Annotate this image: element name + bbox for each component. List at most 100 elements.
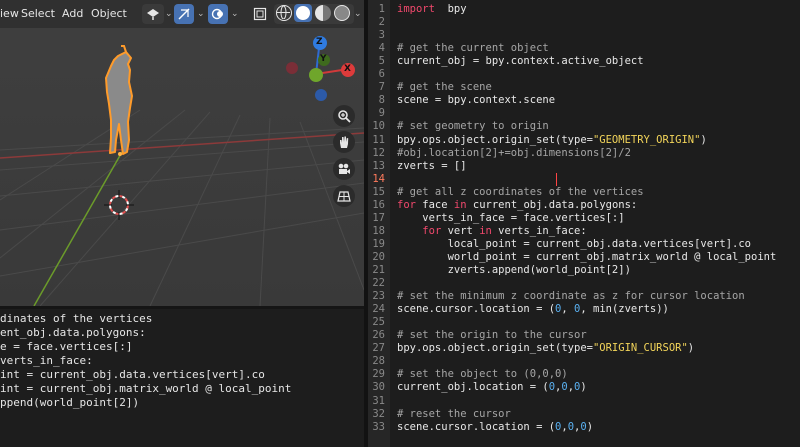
- comment-token: # set the minimum z coordinate as z for …: [397, 290, 745, 303]
- line-number: 23: [372, 290, 385, 303]
- menu-view[interactable]: iew: [0, 0, 19, 28]
- camera-icon: [338, 163, 350, 174]
- line-number: 1: [378, 3, 385, 15]
- keyword-token: in: [453, 198, 467, 211]
- code-line[interactable]: for vert in verts_in_face:: [397, 224, 587, 238]
- chevron-down-icon[interactable]: ⌄: [197, 8, 205, 20]
- pan-button[interactable]: [333, 131, 355, 153]
- code-token: verts_in_face:: [491, 224, 587, 237]
- solid-sphere-icon: [296, 6, 310, 20]
- xray-toggle-button[interactable]: [250, 4, 270, 24]
- overlay-icon: [211, 8, 223, 20]
- code-line[interactable]: import bpy: [397, 3, 467, 16]
- console-line: e = face.vertices[:]: [0, 340, 133, 353]
- keyword-token: for: [422, 224, 442, 237]
- code-line[interactable]: # get the current object: [397, 42, 549, 55]
- code-token: face: [415, 198, 454, 211]
- line-number: 33: [372, 420, 385, 433]
- code-token: current_obj.location = (: [397, 381, 549, 394]
- console-line: verts_in_face:: [0, 354, 93, 367]
- rendered-shading-button[interactable]: [334, 5, 350, 21]
- line-number: 9: [378, 107, 385, 120]
- line-number: 11: [372, 133, 385, 146]
- code-line[interactable]: # set the object to (0,0,0): [397, 368, 568, 381]
- comment-token: #obj.location[2]+=obj.dimensions[2]/2: [397, 146, 631, 159]
- perspective-toggle-button[interactable]: [333, 185, 355, 207]
- line-number: 12: [372, 146, 385, 159]
- code-token: bpy.ops.object.origin_set(type=: [397, 133, 593, 146]
- code-token: zverts = []: [397, 159, 467, 172]
- viewport-scene[interactable]: [0, 0, 364, 306]
- material-shading-button[interactable]: [315, 5, 331, 21]
- code-line[interactable]: bpy.ops.object.origin_set(type="ORIGIN_C…: [397, 342, 694, 355]
- line-number: 20: [372, 250, 385, 263]
- code-token: ): [687, 342, 695, 355]
- orientation-icon: [147, 9, 159, 20]
- line-number: 2: [378, 16, 385, 29]
- code-line[interactable]: # get the scene: [397, 81, 492, 94]
- code-line[interactable]: local_point = current_obj.data.vertices[…: [397, 238, 751, 251]
- code-line[interactable]: bpy.ops.object.origin_set(type="GEOMETRY…: [397, 134, 707, 147]
- line-number: 3: [378, 29, 385, 42]
- text-editor[interactable]: 1 2 3 4 5 6 7 8 9 10 11 12 13 14 15 16 17 18 19 20 21 22 23 24 2…: [368, 0, 800, 447]
- code-token: current_obj = bpy.context.active_object: [397, 55, 644, 68]
- code-token: scene.cursor.location = (: [397, 420, 556, 433]
- line-number: 31: [372, 394, 385, 407]
- comment-token: # reset the cursor: [397, 407, 511, 420]
- code-line[interactable]: verts_in_face = face.vertices[:]: [397, 211, 625, 225]
- code-line[interactable]: for face in current_obj.data.polygons:: [397, 199, 637, 212]
- line-number: 10: [372, 120, 385, 133]
- string-token: "GEOMETRY_ORIGIN": [592, 133, 701, 146]
- comment-token: # get the scene: [397, 81, 492, 94]
- grid-icon: [337, 191, 351, 202]
- line-number: 15: [372, 185, 385, 198]
- code-line[interactable]: # set geometry to origin: [397, 120, 549, 133]
- line-number: 6: [378, 68, 385, 81]
- code-line[interactable]: world_point = current_obj.matrix_world @…: [397, 250, 777, 264]
- code-line[interactable]: # reset the cursor: [397, 408, 511, 421]
- menu-add[interactable]: Add: [62, 0, 83, 28]
- code-line[interactable]: zverts.append(world_point[2]): [397, 264, 631, 277]
- overlay-toggle-button[interactable]: [208, 4, 228, 24]
- code-line[interactable]: # set the origin to the cursor: [397, 329, 587, 342]
- comment-token: # get all z coordinates of the vertices: [397, 185, 644, 198]
- solid-shading-button[interactable]: [294, 4, 312, 22]
- code-line[interactable]: #obj.location[2]+=obj.dimensions[2]/2: [397, 147, 631, 160]
- code-line[interactable]: scene.cursor.location = (0, 0, min(zvert…: [397, 303, 669, 316]
- code-line[interactable]: scene.cursor.location = (0,0,0): [397, 421, 593, 434]
- keyword-token: in: [479, 224, 492, 237]
- chevron-down-icon[interactable]: ⌄: [231, 8, 239, 20]
- hand-icon: [340, 136, 349, 148]
- code-token: world_point = current_obj.matrix_world @…: [397, 250, 777, 263]
- string-token: "ORIGIN_CURSOR": [592, 342, 688, 355]
- code-line[interactable]: scene = bpy.context.scene: [397, 94, 555, 107]
- code-token: bpy: [434, 3, 467, 15]
- line-number: 26: [372, 329, 385, 342]
- chevron-down-icon[interactable]: ⌄: [165, 8, 173, 20]
- line-number: 7: [378, 81, 385, 94]
- code-line[interactable]: # get all z coordinates of the vertices: [397, 186, 644, 199]
- comment-token: # set the object to (0,0,0): [397, 368, 568, 381]
- line-number: 29: [372, 368, 385, 381]
- wireframe-shading-button[interactable]: [276, 5, 292, 21]
- console-line: dinates of the vertices: [0, 312, 153, 325]
- python-console[interactable]: dinates of the vertices ent_obj.data.pol…: [0, 309, 364, 447]
- 3d-viewport[interactable]: Z Y X iew Select Add Object ⌄ ⌄ ⌄ ⌄: [0, 0, 364, 306]
- comment-token: # get the current object: [397, 42, 549, 55]
- zoom-button[interactable]: [333, 105, 355, 127]
- transform-orientation-button[interactable]: [142, 4, 164, 24]
- code-line[interactable]: current_obj = bpy.context.active_object: [397, 55, 644, 68]
- chevron-down-icon[interactable]: ⌄: [354, 8, 362, 20]
- menu-object[interactable]: Object: [91, 0, 127, 28]
- gizmo-x-label: X: [344, 64, 351, 74]
- code-token: verts_in_face = face.vertices[:]: [397, 211, 625, 224]
- code-line[interactable]: # set the minimum z coordinate as z for …: [397, 290, 745, 303]
- line-number: 14: [372, 172, 385, 185]
- snap-toggle-button[interactable]: [174, 4, 194, 24]
- code-line[interactable]: current_obj.location = (0,0,0): [397, 381, 587, 394]
- camera-view-button[interactable]: [333, 158, 355, 180]
- keyword-token: import: [397, 3, 435, 15]
- code-line[interactable]: zverts = []: [397, 160, 467, 173]
- menu-select[interactable]: Select: [21, 0, 55, 28]
